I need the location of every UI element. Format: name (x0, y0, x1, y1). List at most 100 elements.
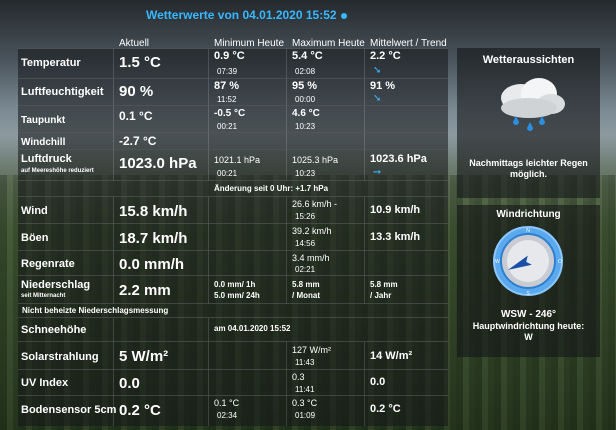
row-dewpoint: Taupunkt 0.1 °C -0.5 °C 00:21 4.6 °C 10:… (18, 105, 448, 133)
row-label: UV Index (21, 377, 69, 389)
soil-max: 0.3 °C (292, 398, 318, 408)
dewpoint-max: 4.6 °C (292, 108, 320, 119)
row-gusts: Böen 18.7 km/h 39.2 km/h 14:56 13.3 km/h (18, 223, 448, 251)
page-title: Wetterwerte von 04.01.2020 15:52 (146, 8, 347, 22)
gusts-max: 39.2 km/h (292, 226, 332, 236)
outlook-title: Wetteraussichten (482, 54, 575, 66)
outlook-text: Nachmittags leichter Regen (469, 158, 588, 168)
humidity-min: 87 % (214, 80, 240, 92)
rain-day: 5.0 mm/ 24h (214, 291, 260, 300)
solar-avg: 14 W/m² (370, 350, 413, 362)
rain-note: Nicht beheizte Niederschlagsmessung (22, 306, 169, 315)
row-soil: Bodensensor 5cm 0.2 °C 0.1 °C 02:34 0.3 … (18, 395, 448, 426)
dewpoint-min: -0.5 °C (214, 108, 246, 119)
row-label: Böen (21, 232, 49, 244)
wind-max: 26.6 km/h - (292, 199, 338, 209)
uv-max: 0.3 (292, 372, 305, 382)
rainrate-max: 3.4 mm/h (292, 253, 330, 263)
gusts-avg: 13.3 km/h (370, 231, 421, 243)
uv-avg: 0.0 (370, 376, 386, 388)
row-label: Solarstrahlung (21, 351, 99, 363)
winddir-title: Windrichtung (496, 209, 561, 220)
trend-down-right-icon: ➘ (373, 65, 382, 76)
dewpoint-max-time: 10:23 (295, 122, 316, 131)
row-rain: Niederschlag seit Mitternacht 2.2 mm 0.0… (18, 275, 448, 304)
wind-avg: 10.9 km/h (370, 204, 421, 216)
winddir-main: W (524, 332, 533, 342)
uv-max-time: 11:41 (295, 385, 315, 394)
rainrate-max-time: 02:21 (295, 265, 316, 274)
soil-min-time: 02:34 (217, 411, 238, 420)
outlook-panel: Wetteraussichten Nachmittags leichter Re… (457, 48, 600, 198)
row-label: Wind (21, 205, 48, 217)
temp-min: 0.9 °C (214, 50, 245, 62)
snow-date: am 04.01.2020 15:52 (214, 324, 291, 333)
pressure-min-time: 00:21 (217, 169, 238, 178)
rain-month: 5.8 mm (292, 280, 320, 289)
dewpoint-min-time: 00:21 (217, 122, 238, 131)
temp-value: 1.5 °C (119, 54, 161, 71)
wind-max-time: 15:26 (295, 212, 316, 221)
row-label: Windchill (21, 137, 66, 148)
temp-avg: 2.2 °C (370, 50, 401, 62)
pressure-max-time: 10:23 (295, 169, 316, 178)
row-windchill: Windchill -2.7 °C (18, 132, 448, 150)
solar-max: 127 W/m² (292, 345, 332, 355)
wind-direction-panel: Windrichtung N S W O WSW - 246° Hauptwin… (457, 205, 600, 357)
soil-min: 0.1 °C (214, 398, 240, 408)
humidity-max: 95 % (292, 80, 318, 92)
row-label: Schneehöhe (21, 324, 87, 336)
rain-month-label: / Monat (292, 291, 320, 300)
row-label: Temperatur (21, 57, 81, 69)
trend-down-right-icon: ➘ (373, 93, 382, 104)
soil-value: 0.2 °C (119, 402, 161, 419)
trend-right-icon: ➙ (373, 167, 382, 178)
row-pressure: Luftdruck auf Meereshöhe reduziert 1023.… (18, 149, 448, 181)
row-pressure-change: Änderung seit 0 Uhr: +1.7 hPa (18, 180, 448, 197)
humidity-max-time: 00:00 (295, 95, 316, 104)
pressure-value: 1023.0 hPa (119, 155, 197, 172)
uv-value: 0.0 (119, 375, 140, 392)
temp-min-time: 07:39 (217, 67, 238, 76)
gusts-value: 18.7 km/h (119, 230, 188, 247)
soil-max-time: 01:09 (295, 411, 316, 420)
svg-text:N: N (526, 228, 530, 234)
rain-year: 5.8 mm (370, 280, 398, 289)
solar-max-time: 11:43 (295, 358, 315, 367)
pressure-avg: 1023.6 hPa (370, 153, 427, 165)
row-solar: Solarstrahlung 5 W/m² 127 W/m² 11:43 14 … (18, 341, 448, 370)
row-temperature: Temperatur 1.5 °C 0.9 °C 07:39 5.4 °C 02… (18, 48, 448, 79)
humidity-avg: 91 % (370, 80, 396, 92)
svg-text:O: O (558, 259, 562, 265)
humidity-min-time: 11:52 (217, 95, 237, 104)
row-wind: Wind 15.8 km/h 26.6 km/h - 15:26 10.9 km… (18, 196, 448, 224)
temp-max-time: 02:08 (295, 67, 316, 76)
refresh-dot-icon[interactable] (340, 12, 347, 19)
row-label: Niederschlag (21, 279, 91, 291)
windchill-value: -2.7 °C (119, 134, 157, 148)
compass-icon: N S W O (492, 225, 564, 297)
row-label: Taupunkt (21, 115, 66, 126)
humidity-value: 90 % (119, 83, 154, 100)
pressure-min: 1021.1 hPa (214, 155, 261, 165)
row-rain-note: Nicht beheizte Niederschlagsmessung (18, 303, 448, 318)
row-sublabel: seit Mitternacht (21, 293, 66, 299)
rain-cloud-icon (487, 70, 571, 140)
row-rainrate: Regenrate 0.0 mm/h 3.4 mm/h 02:21 (18, 250, 448, 276)
row-humidity: Luftfeuchtigkeit 90 % 87 % 11:52 95 % 00… (18, 78, 448, 106)
rain-hour: 0.0 mm/ 1h (214, 280, 256, 289)
row-snow: Schneehöhe am 04.01.2020 15:52 (18, 317, 448, 342)
wind-value: 15.8 km/h (119, 203, 188, 220)
row-sublabel: auf Meereshöhe reduziert (21, 168, 94, 174)
pressure-max: 1025.3 hPa (292, 155, 339, 165)
temp-max: 5.4 °C (292, 50, 323, 62)
winddir-label: Hauptwindrichtung heute: (472, 321, 585, 331)
rain-year-label: / Jahr (370, 291, 392, 300)
rainrate-value: 0.0 mm/h (119, 256, 185, 273)
row-uv: UV Index 0.0 0.3 11:41 0.0 (18, 369, 448, 396)
rain-value: 2.2 mm (119, 282, 171, 299)
pressure-change: Änderung seit 0 Uhr: +1.7 hPa (214, 184, 329, 193)
svg-text:W: W (495, 259, 500, 265)
gusts-max-time: 14:56 (295, 239, 316, 248)
winddir-value: WSW - 246° (500, 309, 557, 320)
